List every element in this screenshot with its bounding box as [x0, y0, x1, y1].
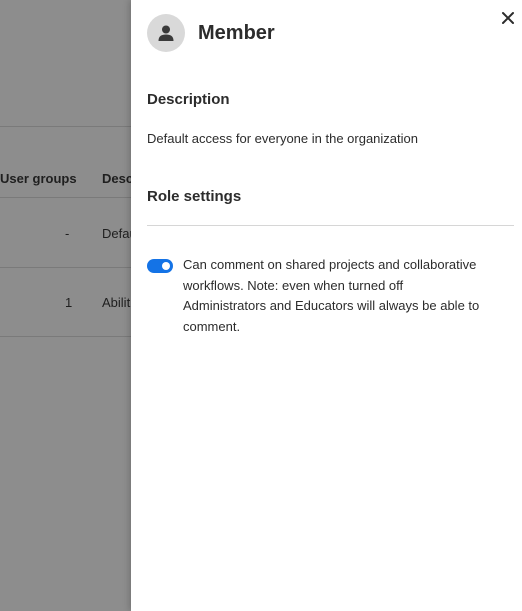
user-groups-cell: 1: [65, 295, 73, 310]
table-divider: [0, 197, 140, 198]
section-divider: [147, 225, 514, 226]
table-divider: [0, 126, 140, 127]
close-button[interactable]: [500, 10, 516, 26]
comment-permission-label: Can comment on shared projects and colla…: [183, 257, 480, 334]
description-heading: Description: [147, 91, 230, 108]
panel-header: Member: [147, 14, 275, 52]
description-text: Default access for everyone in the organ…: [147, 131, 418, 146]
comment-permission-toggle[interactable]: [147, 259, 173, 273]
setting-comment-permission: Can comment on shared projects and colla…: [147, 257, 487, 337]
role-settings-heading: Role settings: [147, 188, 242, 205]
close-icon: [502, 12, 514, 24]
table-divider: [0, 267, 140, 268]
column-header-description[interactable]: Desc: [102, 171, 133, 186]
description-cell: Abilit: [102, 295, 131, 310]
panel-title: Member: [198, 21, 275, 44]
table-divider: [0, 336, 140, 337]
page-root: User groups Desc - Defau 1 Abilit Member: [0, 0, 522, 611]
user-icon: [147, 14, 185, 52]
toggle-knob: [162, 262, 170, 270]
column-header-user-groups[interactable]: User groups: [0, 171, 77, 186]
user-groups-cell: -: [65, 226, 70, 241]
role-details-panel: Member Description Default access for ev…: [131, 0, 522, 611]
